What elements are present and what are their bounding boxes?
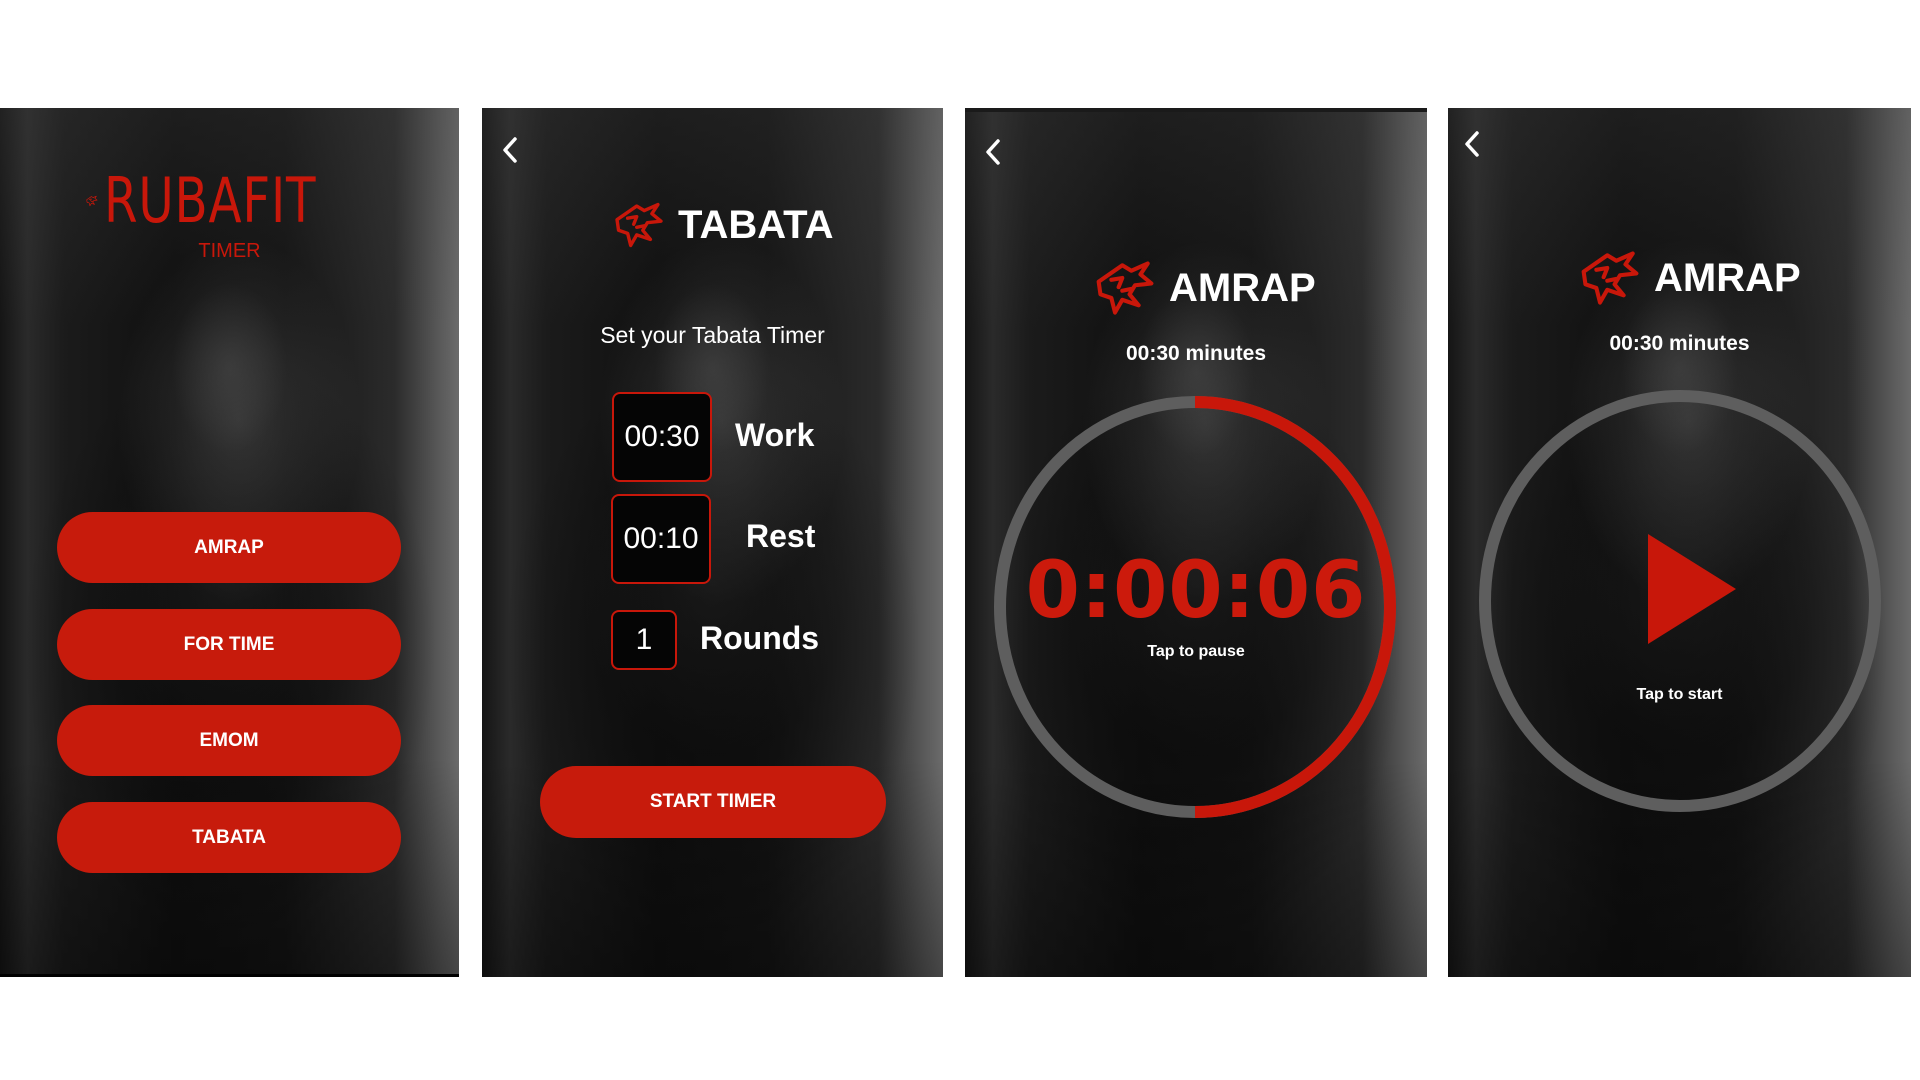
back-button[interactable] <box>975 134 1011 170</box>
brand-name: RUBAFIT <box>103 164 317 237</box>
title-row: TABATA <box>614 200 834 250</box>
brand-subtitle: TIMER <box>198 240 261 262</box>
start-hint: Tap to start <box>1636 686 1723 703</box>
title-row: AMRAP <box>1580 248 1801 308</box>
title-row: AMRAP <box>1095 258 1316 318</box>
amrap-running-screen: AMRAP 00:30 minutes 0:00:06 Tap to pause <box>965 108 1427 977</box>
rounds-input[interactable]: 1 <box>611 610 677 670</box>
chevron-left-icon <box>1465 131 1479 157</box>
wolf-head-icon <box>86 195 98 206</box>
page-title: AMRAP <box>1654 255 1801 300</box>
rest-time-input[interactable]: 00:10 <box>611 494 711 584</box>
page-title: TABATA <box>678 202 834 247</box>
amrap-ready-screen: AMRAP 00:30 minutes Tap to start <box>1448 108 1911 977</box>
amrap-button[interactable]: AMRAP <box>57 512 401 583</box>
brand-logo: RUBAFIT <box>86 163 376 238</box>
home-screen: RUBAFIT TIMER AMRAP FOR TIME EMOM TABATA <box>0 108 459 977</box>
work-label: Work <box>735 417 815 453</box>
wolf-head-icon <box>615 202 663 248</box>
back-button[interactable] <box>1454 126 1490 162</box>
play-button[interactable] <box>1646 532 1738 646</box>
chevron-left-icon <box>986 139 1000 165</box>
for-time-button[interactable]: FOR TIME <box>57 609 401 680</box>
tabata-button[interactable]: TABATA <box>57 802 401 873</box>
stage: RUBAFIT TIMER AMRAP FOR TIME EMOM TABATA… <box>0 0 1920 1080</box>
tabata-setup-screen: TABATA Set your Tabata Timer 00:30 Work … <box>482 108 943 977</box>
rest-label: Rest <box>746 518 816 554</box>
countdown-display[interactable]: 0:00:06 <box>965 546 1427 636</box>
page-title: AMRAP <box>1169 265 1316 310</box>
duration-label: 00:30 minutes <box>1609 332 1750 355</box>
play-icon <box>1648 534 1736 644</box>
chevron-left-icon <box>503 137 517 163</box>
pause-hint: Tap to pause <box>1147 643 1245 660</box>
work-time-input[interactable]: 00:30 <box>612 392 712 482</box>
page-subtitle: Set your Tabata Timer <box>600 322 825 348</box>
start-timer-button[interactable]: START TIMER <box>540 766 886 838</box>
back-button[interactable] <box>492 132 528 168</box>
wolf-head-icon <box>1581 251 1639 305</box>
duration-label: 00:30 minutes <box>1125 342 1267 365</box>
wolf-head-icon <box>1096 261 1154 315</box>
emom-button[interactable]: EMOM <box>57 705 401 776</box>
rounds-label: Rounds <box>700 620 820 656</box>
